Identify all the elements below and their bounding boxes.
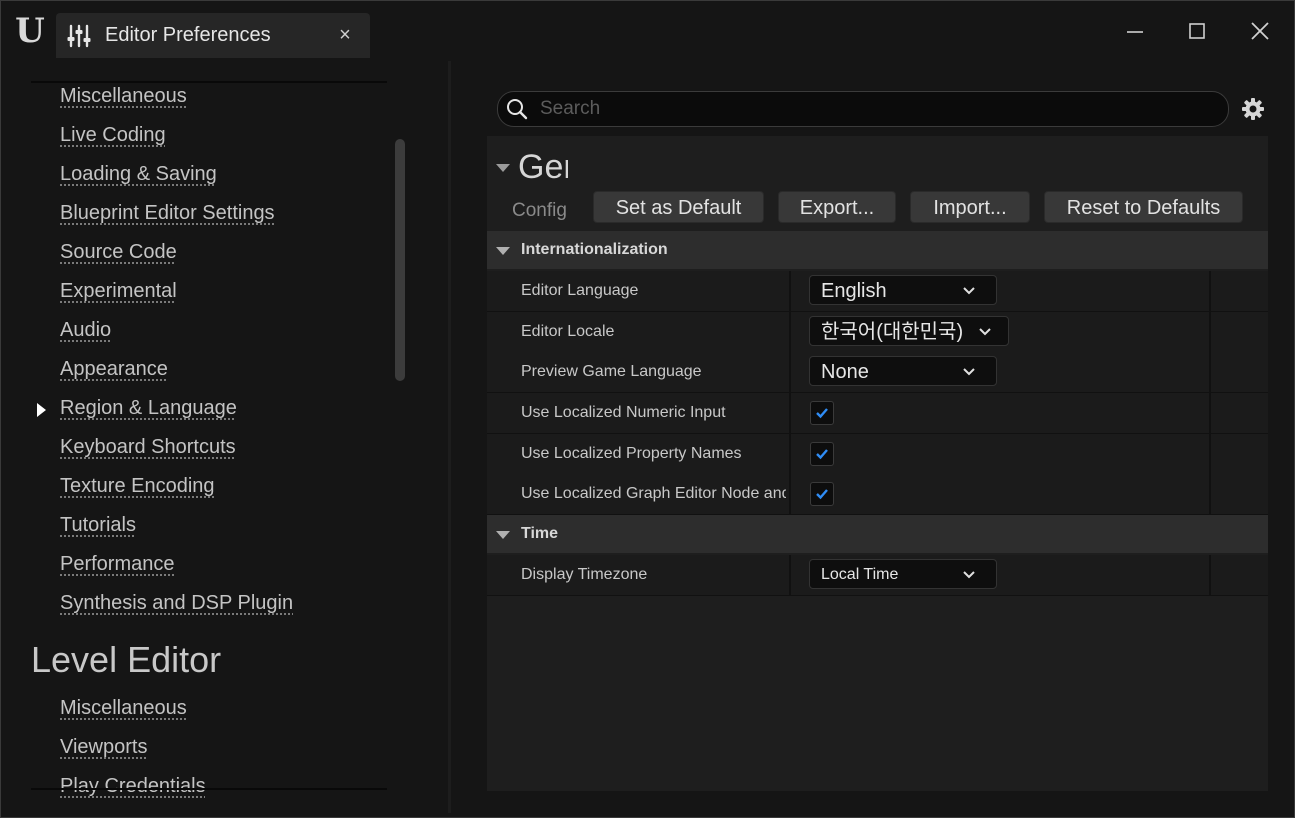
nav-item-viewports[interactable]: Viewports <box>60 736 147 759</box>
window-close-icon[interactable] <box>1243 15 1277 47</box>
nav-item-experimental[interactable]: Experimental <box>60 280 177 303</box>
set-as-default-button[interactable]: Set as Default <box>593 191 764 223</box>
column-divider[interactable] <box>789 352 791 392</box>
tab-title: Editor Preferences <box>105 24 271 46</box>
display-timezone-dropdown[interactable]: Local Time <box>809 559 997 589</box>
selected-arrow-icon <box>37 403 46 417</box>
column-divider[interactable] <box>789 271 791 311</box>
chevron-down-icon <box>963 368 975 376</box>
chevron-down-icon <box>979 328 991 336</box>
column-divider[interactable] <box>789 555 791 595</box>
category-collapse-icon <box>496 247 510 255</box>
nav-item-level-miscellaneous[interactable]: Miscellaneous <box>60 697 187 720</box>
property-name: Use Localized Numeric Input <box>521 404 726 421</box>
dropdown-value: 한국어(대한민국) <box>821 321 964 343</box>
nav-item-blueprint-editor-settings[interactable]: Blueprint Editor Settings <box>60 202 275 225</box>
gear-icon[interactable] <box>1241 97 1265 121</box>
chevron-down-icon <box>963 571 975 579</box>
dropdown-value: None <box>821 361 869 383</box>
column-divider[interactable] <box>789 474 791 514</box>
editor-language-dropdown[interactable]: English <box>809 275 997 305</box>
chevron-down-icon <box>963 287 975 295</box>
maximize-icon[interactable] <box>1180 15 1214 47</box>
nav-item-source-code[interactable]: Source Code <box>60 241 177 264</box>
property-name: Use Localized Property Names <box>521 445 742 462</box>
column-divider <box>1209 393 1211 433</box>
localized-graph-editor-node-checkbox[interactable] <box>810 482 834 506</box>
time-header[interactable]: Time <box>487 515 1268 553</box>
editor-preferences-tab[interactable]: Editor Preferences × <box>56 13 370 58</box>
section-subtitle: Config <box>512 200 567 221</box>
nav-scrollbar[interactable] <box>395 139 405 381</box>
row-preview-game-language: Preview Game Language None <box>487 352 1268 393</box>
nav-item-audio[interactable]: Audio <box>60 319 111 342</box>
minimize-icon[interactable] <box>1118 15 1152 47</box>
internationalization-header[interactable]: Internationalization <box>487 231 1268 269</box>
editor-locale-dropdown[interactable]: 한국어(대한민국) <box>809 316 1009 346</box>
tab-close-icon[interactable]: × <box>334 23 356 46</box>
nav-item-performance[interactable]: Performance <box>60 553 175 576</box>
checkmark-icon <box>816 449 828 460</box>
sliders-icon <box>67 24 91 48</box>
nav-top-shadow <box>31 81 387 83</box>
nav-item-play-credentials[interactable]: Play Credentials <box>60 775 206 798</box>
column-divider <box>1209 352 1211 392</box>
column-divider[interactable] <box>789 393 791 433</box>
column-divider <box>1209 434 1211 474</box>
property-name: Preview Game Language <box>521 363 702 380</box>
section-collapse-icon[interactable] <box>496 164 510 172</box>
column-divider <box>1209 312 1211 352</box>
nav-item-appearance[interactable]: Appearance <box>60 358 168 381</box>
column-divider[interactable] <box>789 312 791 352</box>
nav-item-region-language[interactable]: Region & Language <box>60 397 237 420</box>
nav-bottom-shadow <box>31 788 387 790</box>
nav-item-miscellaneous[interactable]: Miscellaneous <box>60 85 187 108</box>
search-input[interactable] <box>538 94 1222 124</box>
dropdown-value: Local Time <box>821 566 899 583</box>
column-divider <box>1209 474 1211 514</box>
unreal-logo-icon: U <box>15 11 45 51</box>
nav-item-synthesis-dsp-plugin[interactable]: Synthesis and DSP Plugin <box>60 592 293 615</box>
row-editor-language: Editor Language English <box>487 271 1268 312</box>
row-localized-numeric-input: Use Localized Numeric Input <box>487 393 1268 434</box>
title-bar: U Editor Preferences × <box>1 1 1294 61</box>
nav-item-tutorials[interactable]: Tutorials <box>60 514 136 537</box>
row-editor-locale: Editor Locale 한국어(대한민국) <box>487 312 1268 353</box>
category-collapse-icon <box>496 531 510 539</box>
editor-preferences-window: U Editor Preferences × Miscellaneous Liv… <box>0 0 1295 818</box>
localized-numeric-input-checkbox[interactable] <box>810 401 834 425</box>
property-name: Display Timezone <box>521 566 648 583</box>
nav-item-live-coding[interactable]: Live Coding <box>60 124 166 147</box>
nav-item-texture-encoding[interactable]: Texture Encoding <box>60 475 215 498</box>
preview-game-language-dropdown[interactable]: None <box>809 356 997 386</box>
settings-content: General Config Set as Default Export... … <box>451 61 1294 813</box>
nav-item-keyboard-shortcuts[interactable]: Keyboard Shortcuts <box>60 436 236 459</box>
localized-property-names-checkbox[interactable] <box>810 442 834 466</box>
details-panel: General Config Set as Default Export... … <box>487 136 1268 791</box>
nav-item-loading-saving[interactable]: Loading & Saving <box>60 163 217 186</box>
column-divider[interactable] <box>789 434 791 474</box>
row-localized-graph-editor-node: Use Localized Graph Editor Node and <box>487 474 1268 515</box>
settings-nav-panel: Miscellaneous Live Coding Loading & Savi… <box>5 61 446 813</box>
checkmark-icon <box>816 489 828 500</box>
row-display-timezone: Display Timezone Local Time <box>487 555 1268 596</box>
section-title: General <box>518 148 568 186</box>
category-label: Time <box>521 525 559 542</box>
property-name: Editor Locale <box>521 323 615 340</box>
column-divider <box>1209 555 1211 595</box>
column-divider <box>1209 271 1211 311</box>
property-name: Use Localized Graph Editor Node and <box>521 485 786 502</box>
export-button[interactable]: Export... <box>778 191 896 223</box>
property-name: Editor Language <box>521 282 639 299</box>
search-box[interactable] <box>497 91 1229 127</box>
checkmark-icon <box>816 408 828 419</box>
dropdown-value: English <box>821 280 887 302</box>
reset-to-defaults-button[interactable]: Reset to Defaults <box>1044 191 1243 223</box>
import-button[interactable]: Import... <box>910 191 1030 223</box>
search-icon <box>507 99 528 120</box>
category-label: Internationalization <box>521 241 668 258</box>
level-editor-heading: Level Editor <box>31 639 222 680</box>
row-localized-property-names: Use Localized Property Names <box>487 434 1268 475</box>
